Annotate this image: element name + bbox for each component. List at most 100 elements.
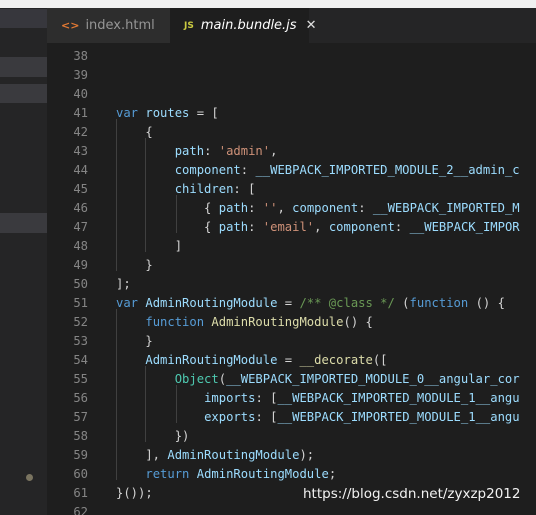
code-token: : <box>248 220 263 234</box>
code-token: AdminRoutingModule <box>145 296 278 310</box>
code-token: ]; <box>116 277 131 291</box>
code-token: path <box>218 201 249 215</box>
code-line[interactable]: 39 <box>47 66 536 85</box>
code-text: function AdminRoutingModule() { <box>116 313 372 332</box>
watermark-text: https://blog.csdn.net/zyxzp2012 <box>303 486 521 502</box>
code-line[interactable]: 42 { <box>47 123 536 142</box>
code-token: 'email' <box>262 220 315 234</box>
code-line[interactable]: 54 AdminRoutingModule = __decorate([ <box>47 351 536 370</box>
html-file-icon: <> <box>61 19 80 32</box>
line-number: 52 <box>73 315 88 329</box>
code-token: } <box>116 258 153 272</box>
code-token: /** @class */ <box>299 296 395 310</box>
code-line[interactable]: 57 exports: [__WEBPACK_IMPORTED_MODULE_1… <box>47 408 536 427</box>
code-text: return AdminRoutingModule; <box>116 465 336 484</box>
code-token: , <box>277 201 293 215</box>
line-number: 41 <box>73 106 88 120</box>
close-icon[interactable]: ✕ <box>306 18 317 33</box>
code-token: 'admin' <box>218 144 271 158</box>
code-token: AdminRoutingModule <box>145 353 278 367</box>
sidebar-row[interactable] <box>0 213 47 233</box>
code-line[interactable]: 50]; <box>47 275 536 294</box>
code-line[interactable]: 52 function AdminRoutingModule() { <box>47 313 536 332</box>
code-token: ([ <box>372 353 388 367</box>
code-text: component: __WEBPACK_IMPORTED_MODULE_2__… <box>116 161 520 180</box>
line-number: 44 <box>73 163 88 177</box>
code-line[interactable]: 59 ], AdminRoutingModule); <box>47 446 536 465</box>
code-text: imports: [__WEBPACK_IMPORTED_MODULE_1__a… <box>116 389 520 408</box>
code-editor[interactable]: 38 39 40 41 var routes = [42 {43 path: 'admi… <box>47 43 536 515</box>
code-text: } <box>116 332 152 351</box>
tab-label: index.html <box>85 18 155 33</box>
code-token: __WEBPACK_IMPORTED_MODULE_0__angular_cor <box>226 372 520 386</box>
code-token: }) <box>116 429 190 443</box>
sidebar-row[interactable] <box>0 84 47 103</box>
code-text: ]; <box>116 275 131 294</box>
code-line[interactable]: 58 }) <box>47 427 536 446</box>
line-number: 60 <box>73 467 88 481</box>
code-token: function <box>145 315 205 329</box>
code-token: path <box>218 220 249 234</box>
code-text: }) <box>116 427 190 446</box>
explorer-sidebar <box>0 8 47 515</box>
code-line[interactable]: 51 var AdminRoutingModule = /** @class */… <box>47 294 536 313</box>
line-number: 45 <box>73 182 88 196</box>
line-number: 56 <box>73 391 88 405</box>
code-token: ], <box>116 448 168 462</box>
code-line[interactable]: 44 component: __WEBPACK_IMPORTED_MODULE_… <box>47 161 536 180</box>
code-token: AdminRoutingModule <box>211 315 344 329</box>
code-token: ] <box>116 239 183 253</box>
code-text: { <box>116 123 152 142</box>
code-line[interactable]: 48 ] <box>47 237 536 256</box>
code-token: = <box>277 353 300 367</box>
tab-label: main.bundle.js <box>200 18 297 33</box>
code-line[interactable]: 56 imports: [__WEBPACK_IMPORTED_MODULE_1… <box>47 389 536 408</box>
code-token: : <box>240 163 256 177</box>
line-number: 46 <box>73 201 88 215</box>
code-token: var <box>116 106 146 120</box>
code-line[interactable]: 40 <box>47 85 536 104</box>
line-number: 47 <box>73 220 88 234</box>
tab-main-bundle-js[interactable]: JS main.bundle.js ✕ <box>170 8 316 43</box>
line-number: 53 <box>73 334 88 348</box>
code-token: __decorate <box>299 353 373 367</box>
code-token: : <box>204 144 219 158</box>
code-token: Object <box>174 372 219 386</box>
code-line[interactable]: 38 <box>47 47 536 66</box>
code-token: = [ <box>189 106 219 120</box>
code-token: = <box>277 296 300 310</box>
code-token: AdminRoutingModule <box>196 467 329 481</box>
code-token: { <box>116 201 219 215</box>
code-token: : [ <box>255 391 278 405</box>
code-token: return <box>145 467 190 481</box>
code-line[interactable]: 45 children: [ <box>47 180 536 199</box>
code-token: children <box>174 182 234 196</box>
code-line[interactable]: 43 path: 'admin', <box>47 142 536 161</box>
sidebar-row[interactable] <box>0 9 47 28</box>
code-line[interactable]: 53 } <box>47 332 536 351</box>
code-token: , <box>270 144 278 158</box>
code-token: __WEBPACK_IMPOR <box>409 220 520 234</box>
code-text: var AdminRoutingModule = /** @class */ (… <box>116 294 505 313</box>
code-token: __WEBPACK_IMPORTED_MODULE_1__angu <box>277 410 520 424</box>
code-line[interactable]: 46 { path: '', component: __WEBPACK_IMPO… <box>47 199 536 218</box>
code-token: : <box>248 201 263 215</box>
sidebar-row[interactable] <box>0 57 47 77</box>
code-token: ( <box>394 296 410 310</box>
line-number: 43 <box>73 144 88 158</box>
tab-index-html[interactable]: <> index.html <box>47 8 170 43</box>
code-line[interactable]: 49 } <box>47 256 536 275</box>
modified-indicator <box>26 474 33 481</box>
line-number: 51 <box>73 296 88 310</box>
line-number: 58 <box>73 429 88 443</box>
code-line[interactable]: 62 <box>47 503 536 515</box>
code-line[interactable]: 60 return AdminRoutingModule; <box>47 465 536 484</box>
code-line[interactable]: 41 var routes = [ <box>47 104 536 123</box>
code-text: { path: 'email', component: __WEBPACK_IM… <box>116 218 520 237</box>
code-line[interactable]: 55 Object(__WEBPACK_IMPORTED_MODULE_0__a… <box>47 370 536 389</box>
code-line[interactable]: 47 { path: 'email', component: __WEBPACK… <box>47 218 536 237</box>
